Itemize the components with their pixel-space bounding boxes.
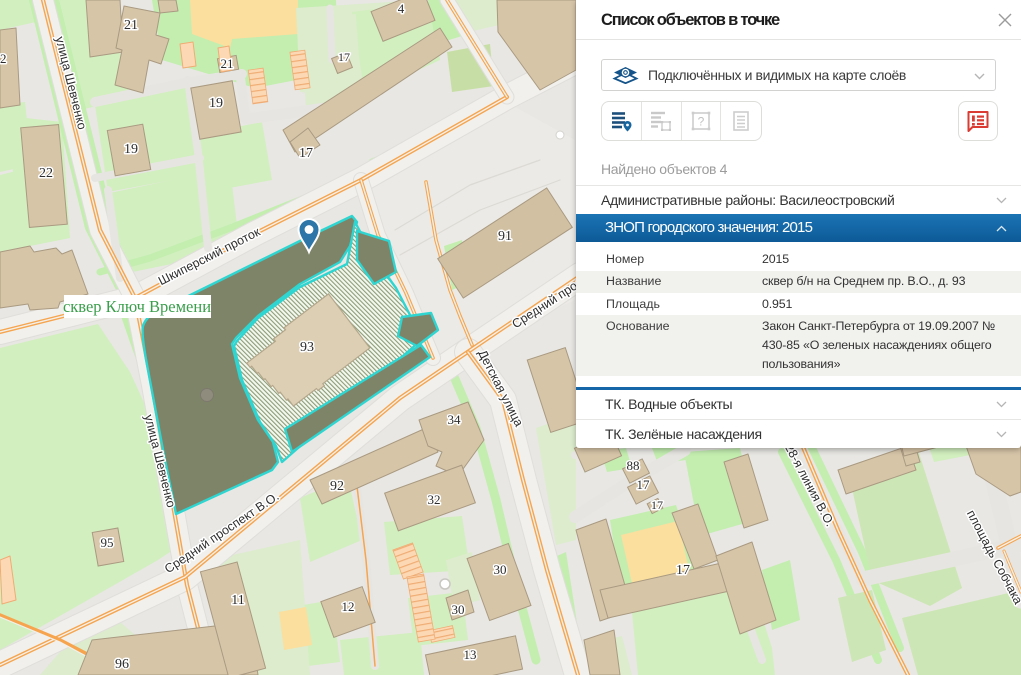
svg-text:17: 17 [651, 498, 663, 512]
svg-text:21: 21 [124, 18, 138, 33]
svg-text:12: 12 [342, 599, 355, 614]
svg-text:сквер Ключ Времени: сквер Ключ Времени [63, 297, 211, 316]
svg-text:34: 34 [448, 412, 462, 427]
svg-text:17: 17 [676, 563, 690, 578]
svg-text:2: 2 [0, 51, 7, 66]
svg-text:17: 17 [338, 50, 350, 64]
svg-text:32: 32 [428, 492, 441, 507]
svg-text:95: 95 [101, 535, 114, 550]
svg-text:11: 11 [231, 593, 244, 608]
svg-text:93: 93 [300, 340, 314, 355]
svg-text:88: 88 [627, 458, 640, 473]
svg-text:96: 96 [115, 657, 129, 672]
svg-text:4: 4 [398, 1, 405, 16]
svg-text:13: 13 [464, 647, 477, 662]
svg-text:17: 17 [299, 146, 313, 161]
svg-text:19: 19 [124, 142, 138, 157]
svg-text:19: 19 [209, 96, 223, 111]
svg-text:22: 22 [39, 166, 53, 181]
svg-text:?: ? [698, 115, 705, 129]
svg-text:30: 30 [494, 562, 507, 577]
svg-text:21: 21 [221, 56, 234, 71]
svg-text:92: 92 [330, 479, 344, 494]
svg-text:17: 17 [637, 477, 651, 492]
svg-text:91: 91 [498, 229, 512, 244]
svg-text:30: 30 [452, 602, 465, 617]
